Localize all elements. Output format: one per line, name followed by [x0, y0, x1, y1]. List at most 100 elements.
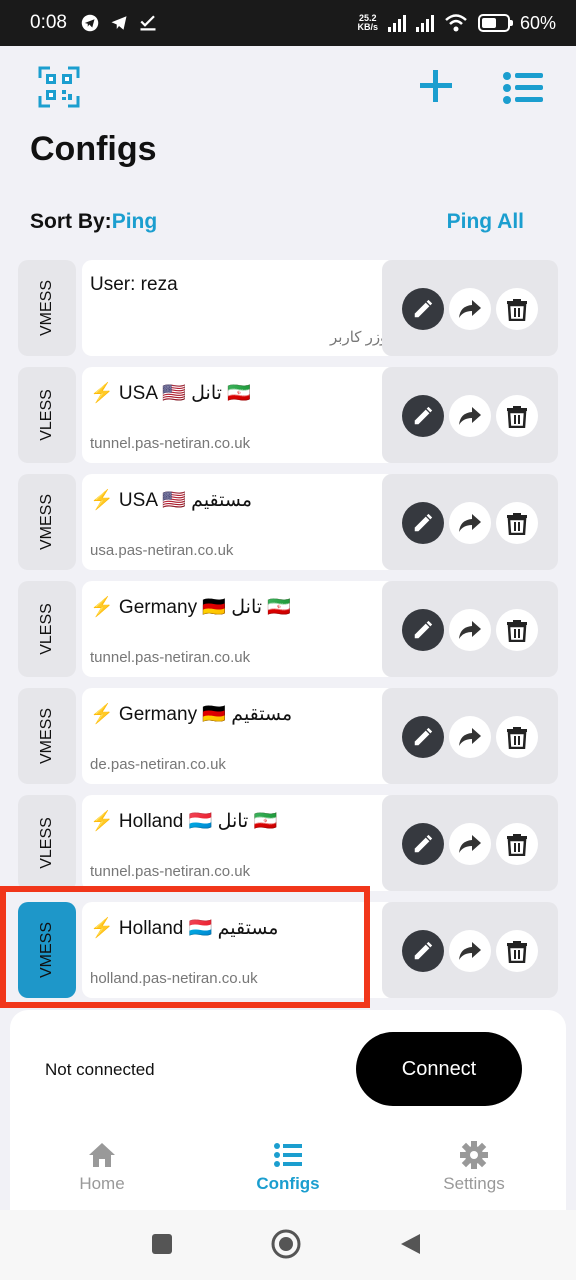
trash-icon [507, 727, 527, 749]
top-action-bar [0, 62, 576, 112]
trash-icon [507, 941, 527, 963]
config-info[interactable]: ⚡ Holland 🇱🇺 تانل 🇮🇷 tunnel.pas-netiran.c… [82, 795, 396, 891]
protocol-label: VMESS [37, 493, 55, 551]
add-icon[interactable] [416, 66, 456, 106]
share-button[interactable] [449, 502, 491, 544]
page-title: Configs [30, 130, 157, 168]
battery-percent: 60% [519, 12, 556, 33]
config-card[interactable]: VMESS ⚡ Germany 🇩🇪 مستقیم de.pas-netiran.c… [18, 688, 558, 784]
config-card[interactable]: VLESS ⚡ Holland 🇱🇺 تانل 🇮🇷 tunnel.pas-neti… [18, 795, 558, 891]
config-address: tunnel.pas-netiran.co.uk [90, 435, 251, 452]
config-actions [382, 902, 558, 998]
gear-icon [460, 1141, 488, 1169]
config-card[interactable]: VMESS User: reza یوزر کاربر [18, 260, 558, 356]
share-button[interactable] [449, 716, 491, 758]
config-address: usa.pas-netiran.co.uk [90, 542, 234, 559]
protocol-tag[interactable]: VLESS [18, 581, 76, 677]
protocol-tag[interactable]: VLESS [18, 367, 76, 463]
delete-button[interactable] [496, 930, 538, 972]
nav-settings-label: Settings [443, 1174, 505, 1193]
share-arrow-icon [459, 514, 481, 532]
protocol-label: VLESS [38, 389, 55, 441]
pencil-icon [414, 513, 433, 532]
config-name: ⚡ Holland 🇱🇺 تانل 🇮🇷 [90, 811, 278, 832]
nav-home[interactable]: Home [42, 1140, 162, 1194]
share-arrow-icon [459, 835, 481, 853]
edit-button[interactable] [402, 502, 444, 544]
config-name: ⚡ Germany 🇩🇪 تانل 🇮🇷 [90, 597, 291, 618]
nav-configs-label: Configs [256, 1174, 320, 1193]
config-address: tunnel.pas-netiran.co.uk [90, 863, 251, 880]
config-actions [382, 260, 558, 356]
clock: 0:08 [30, 12, 67, 33]
protocol-tag[interactable]: VLESS [18, 795, 76, 891]
connect-button[interactable]: Connect [356, 1032, 522, 1106]
edit-button[interactable] [402, 823, 444, 865]
protocol-tag[interactable]: VMESS [18, 260, 76, 356]
config-info[interactable]: ⚡ Germany 🇩🇪 تانل 🇮🇷 tunnel.pas-netiran.c… [82, 581, 396, 677]
protocol-tag[interactable]: VMESS [18, 688, 76, 784]
edit-button[interactable] [402, 716, 444, 758]
nav-configs[interactable]: Configs [228, 1140, 348, 1194]
nav-settings[interactable]: Settings [414, 1140, 534, 1194]
wifi-icon [445, 14, 467, 32]
share-arrow-icon [459, 728, 481, 746]
pencil-icon [414, 941, 433, 960]
pencil-icon [414, 727, 433, 746]
edit-button[interactable] [402, 930, 444, 972]
ping-all-button[interactable]: Ping All [447, 210, 524, 234]
share-button[interactable] [449, 288, 491, 330]
config-actions [382, 367, 558, 463]
share-button[interactable] [449, 395, 491, 437]
delete-button[interactable] [496, 716, 538, 758]
pencil-icon [414, 406, 433, 425]
network-speed: 25.2 KB/s [357, 13, 378, 32]
download-check-icon [140, 15, 156, 31]
protocol-label: VLESS [38, 603, 55, 655]
home-button-icon[interactable] [270, 1228, 302, 1260]
pencil-icon [414, 834, 433, 853]
config-info[interactable]: User: reza یوزر کاربر [82, 260, 396, 356]
edit-button[interactable] [402, 395, 444, 437]
config-address: tunnel.pas-netiran.co.uk [90, 649, 251, 666]
trash-icon [507, 620, 527, 642]
sort-row: Sort By:Ping Ping All [30, 210, 526, 242]
config-info[interactable]: ⚡ Germany 🇩🇪 مستقیم de.pas-netiran.co.uk [82, 688, 396, 784]
list-icon[interactable] [502, 68, 544, 108]
bottom-nav: Home Configs Settings [10, 1140, 566, 1210]
config-card[interactable]: VLESS ⚡ USA 🇺🇸 تانل 🇮🇷 tunnel.pas-netiran.… [18, 367, 558, 463]
edit-button[interactable] [402, 288, 444, 330]
trash-icon [507, 834, 527, 856]
edit-button[interactable] [402, 609, 444, 651]
protocol-label: VLESS [38, 817, 55, 869]
config-card[interactable]: VMESS ⚡ USA 🇺🇸 مستقیم usa.pas-netiran.co.u… [18, 474, 558, 570]
delete-button[interactable] [496, 823, 538, 865]
bottom-panel: Not connected Connect Home Configs Setti… [10, 1010, 566, 1210]
share-button[interactable] [449, 930, 491, 972]
config-info[interactable]: ⚡ USA 🇺🇸 تانل 🇮🇷 tunnel.pas-netiran.co.uk [82, 367, 396, 463]
delete-button[interactable] [496, 395, 538, 437]
signal-icon [387, 14, 406, 32]
config-info[interactable]: ⚡ USA 🇺🇸 مستقیم usa.pas-netiran.co.uk [82, 474, 396, 570]
connection-status: Not connected [45, 1060, 155, 1079]
system-nav-bar [0, 1210, 576, 1280]
back-icon[interactable] [398, 1232, 422, 1256]
delete-button[interactable] [496, 609, 538, 651]
recents-icon[interactable] [150, 1232, 174, 1256]
battery-icon [477, 14, 513, 32]
sort-value[interactable]: Ping [112, 210, 158, 233]
share-arrow-icon [459, 621, 481, 639]
nav-home-label: Home [79, 1174, 125, 1193]
delete-button[interactable] [496, 288, 538, 330]
trash-icon [507, 406, 527, 428]
config-card[interactable]: VLESS ⚡ Germany 🇩🇪 تانل 🇮🇷 tunnel.pas-neti… [18, 581, 558, 677]
share-arrow-icon [459, 942, 481, 960]
protocol-tag[interactable]: VMESS [18, 474, 76, 570]
config-name: ⚡ USA 🇺🇸 مستقیم [90, 490, 253, 511]
share-button[interactable] [449, 823, 491, 865]
delete-button[interactable] [496, 502, 538, 544]
share-button[interactable] [449, 609, 491, 651]
qr-scan-icon[interactable] [38, 66, 80, 108]
config-actions [382, 795, 558, 891]
trash-icon [507, 513, 527, 535]
